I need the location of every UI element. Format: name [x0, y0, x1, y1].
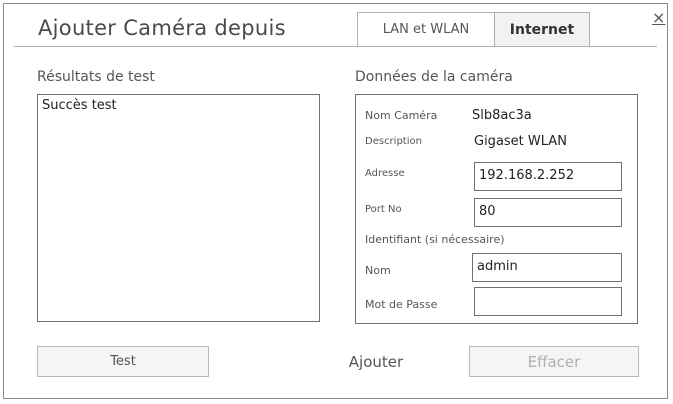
username-label: Nom — [365, 264, 391, 277]
password-input[interactable] — [474, 287, 622, 316]
results-text: Succès test — [42, 98, 117, 113]
username-input[interactable]: admin — [472, 253, 622, 282]
dialog-title: Ajouter Caméra depuis — [38, 16, 286, 40]
address-input[interactable]: 192.168.2.252 — [474, 162, 622, 191]
address-label: Adresse — [365, 168, 405, 179]
description-label: Description — [365, 136, 422, 147]
results-textbox[interactable]: Succès test — [37, 94, 320, 322]
add-button[interactable]: Ajouter — [290, 346, 462, 377]
camera-data-panel: Nom Caméra Slb8ac3a Description Gigaset … — [355, 94, 638, 324]
tab-lan-wlan[interactable]: LAN et WLAN — [357, 12, 495, 46]
header-divider — [14, 46, 657, 47]
username-value: admin — [477, 259, 518, 274]
address-value: 192.168.2.252 — [479, 168, 575, 183]
description-value: Gigaset WLAN — [474, 134, 567, 149]
port-value: 80 — [479, 204, 496, 219]
port-input[interactable]: 80 — [474, 198, 622, 227]
camera-name-value: Slb8ac3a — [472, 108, 532, 123]
tab-internet[interactable]: Internet — [494, 12, 590, 46]
identifier-label: Identifiant (si nécessaire) — [365, 233, 505, 246]
close-icon[interactable]: × — [652, 10, 665, 26]
port-label: Port No — [365, 204, 402, 215]
camera-name-label: Nom Caméra — [365, 109, 438, 122]
password-label: Mot de Passe — [365, 298, 438, 311]
results-heading: Résultats de test — [37, 69, 155, 85]
clear-button[interactable]: Effacer — [469, 346, 639, 377]
test-button[interactable]: Test — [37, 346, 209, 377]
camera-data-heading: Données de la caméra — [355, 69, 513, 85]
